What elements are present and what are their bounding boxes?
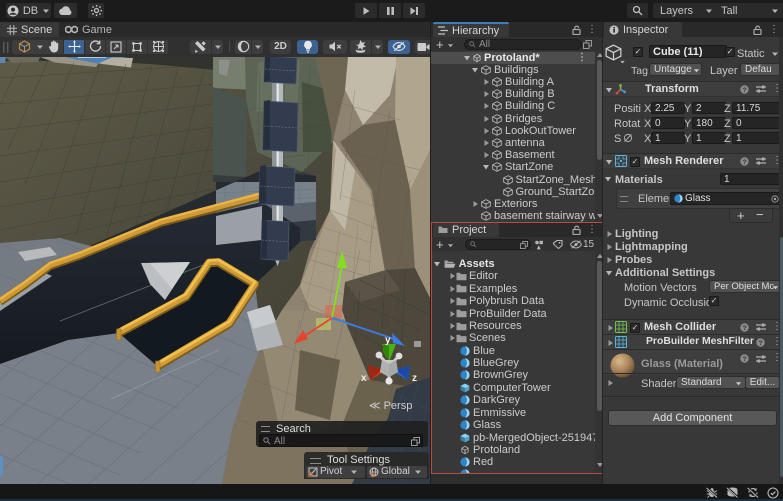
svg-text:?: ? <box>743 86 747 93</box>
svg-text:?: ? <box>759 339 763 346</box>
svg-text:?: ? <box>743 356 747 363</box>
svg-text:≪ Persp: ≪ Persp <box>369 400 412 412</box>
svg-text:x: x <box>361 373 367 384</box>
svg-text:?: ? <box>743 324 747 331</box>
svg-text:z: z <box>412 373 417 384</box>
svg-text:?: ? <box>743 158 747 165</box>
svg-text:y: y <box>385 335 391 346</box>
